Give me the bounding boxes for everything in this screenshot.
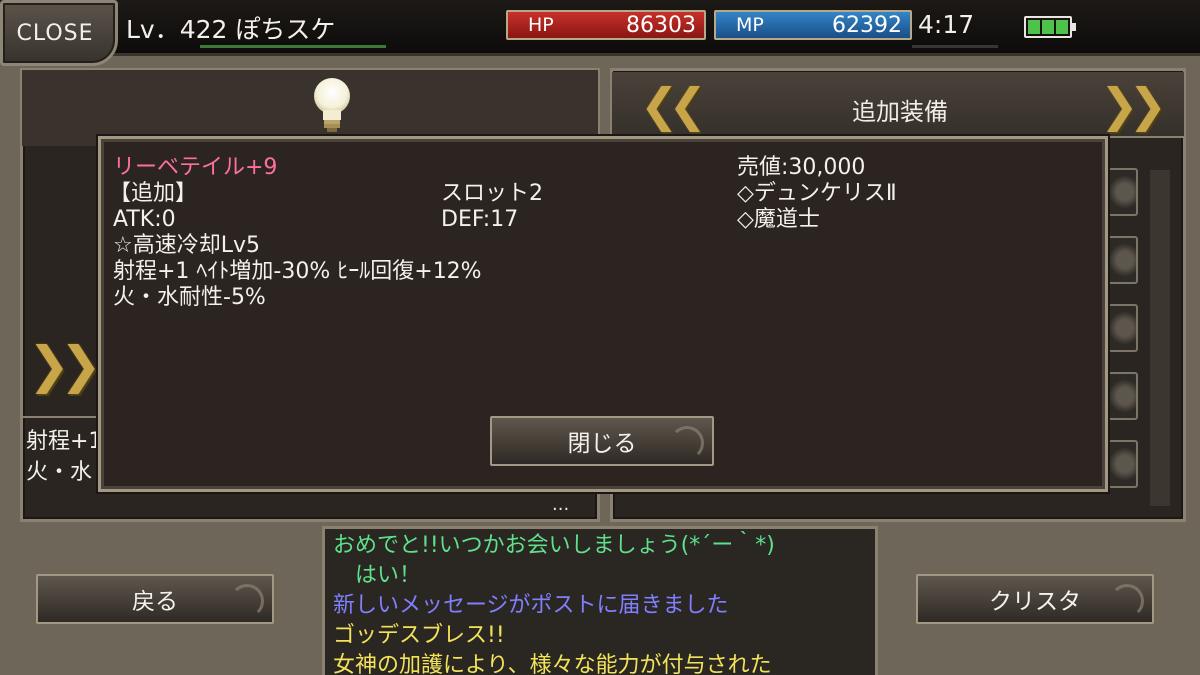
panel-title: 追加装備 <box>852 98 948 126</box>
mp-label: MP <box>736 14 764 36</box>
clock-underline <box>912 45 998 48</box>
item-job: ◇魔道士 <box>737 207 820 232</box>
more-indicator: ... <box>552 494 570 515</box>
divider <box>22 416 102 418</box>
chevron-left-icon[interactable]: ❮❮ <box>640 78 707 132</box>
chevron-right-icon[interactable]: ❯❯ <box>1100 78 1167 132</box>
crystal-button[interactable]: クリスタ <box>916 574 1154 624</box>
chat-message: ゴッデスブレス!! <box>333 623 505 648</box>
item-slots: スロット2 <box>441 181 543 206</box>
swirl-ornament-icon <box>1110 584 1144 618</box>
item-def: DEF:17 <box>441 207 519 232</box>
chat-message: はい！ <box>333 563 422 588</box>
equipment-slot-icon[interactable] <box>1106 440 1138 488</box>
hp-bar: HP 86303 <box>506 10 706 40</box>
stat-line: 火・水 <box>26 460 93 485</box>
crystal-label: クリスタ <box>989 589 1081 615</box>
stat-line: 射程+1 <box>26 429 103 454</box>
item-category: 【追加】 <box>109 181 198 206</box>
battery-cell <box>1028 20 1040 34</box>
player-level-name: Lv．422 ぽちスケ <box>126 15 336 44</box>
chat-message: 新しいメッセージがポストに届きました <box>333 593 729 618</box>
battery-cell <box>1042 20 1054 34</box>
chevron-right-icon[interactable]: ❯❯ <box>28 336 102 394</box>
battery-cell <box>1056 20 1068 34</box>
item-effect: ☆高速冷却Lv5 <box>113 233 260 258</box>
item-bonus: 射程+1 ﾍｲﾄ増加-30% ﾋｰﾙ回復+12% <box>113 259 482 284</box>
swirl-ornament-icon <box>230 584 264 618</box>
equipment-slot-icon[interactable] <box>1106 236 1138 284</box>
lightbulb-icon <box>314 78 350 132</box>
item-name: リーベテイル+9 <box>113 155 278 180</box>
close-button[interactable]: CLOSE <box>0 0 118 66</box>
battery-icon <box>1024 16 1076 38</box>
exp-bar <box>200 45 386 48</box>
mp-value: 62392 <box>832 12 902 38</box>
close-popup-label: 閉じる <box>567 431 637 457</box>
left-stats: 射程+1 火・水 <box>26 426 104 488</box>
chat-message: おめでと!!いつかお会いしましょう(*´ー｀*) <box>333 533 775 558</box>
chat-log[interactable]: おめでと!!いつかお会いしましょう(*´ー｀*) はい！ 新しいメッセージがポス… <box>322 526 878 675</box>
hp-label: HP <box>528 14 554 36</box>
clock: 4:17 <box>918 10 975 39</box>
equipment-slot-icon[interactable] <box>1106 372 1138 420</box>
equipment-slot-icon[interactable] <box>1106 168 1138 216</box>
item-resist: 火・水耐性-5% <box>113 285 266 310</box>
item-price: 売値:30,000 <box>737 155 866 180</box>
scrollbar[interactable] <box>1150 170 1170 506</box>
item-job: ◇デュンケリスⅡ <box>737 181 897 206</box>
mp-bar: MP 62392 <box>714 10 912 40</box>
equipment-slot-icon[interactable] <box>1106 304 1138 352</box>
back-label: 戻る <box>132 589 178 615</box>
chat-message: 女神の加護により、様々な能力が付与された <box>333 653 772 675</box>
item-atk: ATK:0 <box>113 207 176 232</box>
back-button[interactable]: 戻る <box>36 574 274 624</box>
close-popup-button[interactable]: 閉じる <box>490 416 714 466</box>
swirl-ornament-icon <box>670 426 704 460</box>
hp-value: 86303 <box>626 12 696 38</box>
